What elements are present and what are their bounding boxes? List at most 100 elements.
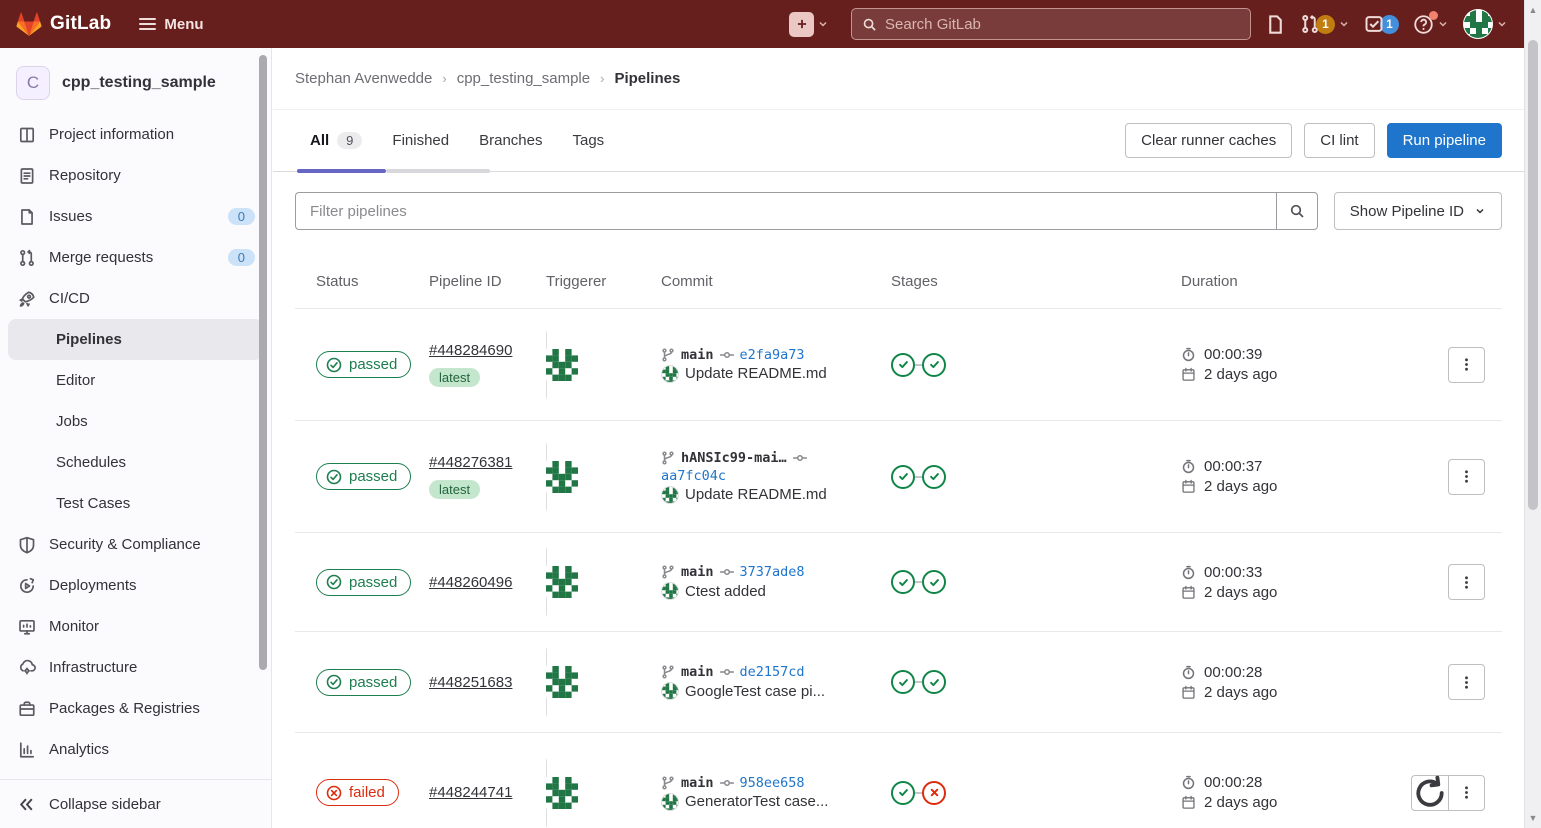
branch-link[interactable]: main [681, 775, 714, 791]
rocket-icon [18, 290, 36, 308]
status-badge[interactable]: failed [316, 779, 399, 806]
calendar-icon [1181, 479, 1196, 494]
pipeline-id-link[interactable]: #448276381 [429, 454, 512, 471]
sidebar-item-monitor[interactable]: Monitor [0, 606, 271, 647]
global-search[interactable] [851, 8, 1251, 40]
stage-passed-icon[interactable] [891, 781, 915, 805]
gitlab-logo[interactable]: GitLab [16, 11, 111, 37]
row-actions-kebab-button[interactable] [1448, 664, 1485, 700]
sidebar-item-repository[interactable]: Repository [0, 155, 271, 196]
sidebar-item-issues[interactable]: Issues0 [0, 196, 271, 237]
status-badge[interactable]: passed [316, 463, 411, 490]
new-menu[interactable] [789, 12, 829, 37]
triggerer-avatar[interactable] [546, 759, 640, 827]
branch-link[interactable]: hANSIc99-mai… [681, 450, 787, 466]
breadcrumb-item[interactable]: Pipelines [614, 70, 680, 87]
collapse-sidebar-label: Collapse sidebar [49, 796, 161, 813]
sidebar-item-ci-cd[interactable]: CI/CD [0, 278, 271, 319]
merge-requests-menu[interactable]: 1 [1300, 14, 1350, 34]
table-header-row: StatusPipeline IDTriggererCommitStagesDu… [295, 254, 1502, 309]
commit-sha-link[interactable]: e2fa9a73 [740, 347, 805, 363]
collapse-sidebar-button[interactable]: Collapse sidebar [0, 779, 271, 828]
branch-link[interactable]: main [681, 664, 714, 680]
commit-message-link[interactable]: Update README.md [685, 365, 827, 382]
page-scrollbar[interactable]: ▲ ▼ [1524, 0, 1541, 828]
stage-passed-icon[interactable] [922, 670, 946, 694]
triggerer-avatar[interactable] [546, 331, 640, 399]
commit-message-link[interactable]: GoogleTest case pi... [685, 683, 825, 700]
branch-link[interactable]: main [681, 347, 714, 363]
show-pipeline-id-label: Show Pipeline ID [1350, 203, 1464, 220]
commit-sha-link[interactable]: 3737ade8 [740, 564, 805, 580]
sidebar-item-analytics[interactable]: Analytics [0, 729, 271, 770]
stage-passed-icon[interactable] [891, 670, 915, 694]
breadcrumb-item[interactable]: Stephan Avenwedde [295, 70, 432, 87]
status-badge[interactable]: passed [316, 669, 411, 696]
row-actions-kebab-button[interactable] [1448, 347, 1485, 383]
page-scrollbar-thumb[interactable] [1528, 40, 1538, 510]
pipeline-id-link[interactable]: #448251683 [429, 674, 512, 691]
user-menu[interactable] [1463, 9, 1508, 39]
tab-branches[interactable]: Branches [464, 110, 557, 171]
sidebar-item-security-compliance[interactable]: Security & Compliance [0, 524, 271, 565]
sidebar-item-packages-registries[interactable]: Packages & Registries [0, 688, 271, 729]
stage-passed-icon[interactable] [891, 570, 915, 594]
sidebar-item-deployments[interactable]: Deployments [0, 565, 271, 606]
filter-search-button[interactable] [1276, 192, 1318, 230]
sidebar-item-label: Packages & Registries [49, 700, 200, 717]
scroll-up-arrow[interactable]: ▲ [1525, 2, 1541, 18]
sidebar-item-label: Pipelines [56, 331, 122, 348]
sidebar-item-schedules[interactable]: Schedules [0, 442, 271, 483]
commit-message-link[interactable]: Update README.md [685, 486, 827, 503]
run-pipeline-button[interactable]: Run pipeline [1387, 123, 1502, 158]
stage-passed-icon[interactable] [922, 353, 946, 377]
sidebar-scrollbar-thumb[interactable] [259, 55, 267, 670]
tab-finished[interactable]: Finished [377, 110, 464, 171]
pipeline-id-link[interactable]: #448244741 [429, 784, 512, 801]
menu-button[interactable]: Menu [139, 15, 203, 33]
commit-sha-link[interactable]: de2157cd [740, 664, 805, 680]
search-input[interactable] [885, 16, 1240, 33]
stage-passed-icon[interactable] [922, 570, 946, 594]
stage-failed-icon[interactable] [922, 781, 946, 805]
sidebar-item-test-cases[interactable]: Test Cases [0, 483, 271, 524]
sidebar-item-editor[interactable]: Editor [0, 360, 271, 401]
tab-tags[interactable]: Tags [557, 110, 619, 171]
help-menu[interactable] [1413, 14, 1449, 35]
commit-sha-link[interactable]: 958ee658 [740, 775, 805, 791]
breadcrumb-item[interactable]: cpp_testing_sample [457, 70, 590, 87]
row-actions-kebab-button[interactable] [1448, 775, 1485, 811]
triggerer-avatar[interactable] [546, 443, 640, 511]
filter-pipelines-input[interactable] [295, 192, 1276, 230]
commit-sha-link[interactable]: aa7fc04c [661, 468, 726, 484]
status-badge[interactable]: passed [316, 569, 411, 596]
sidebar-item-merge-requests[interactable]: Merge requests0 [0, 237, 271, 278]
docs-icon[interactable] [1265, 14, 1286, 35]
scroll-down-arrow[interactable]: ▼ [1525, 810, 1541, 826]
triggerer-avatar[interactable] [546, 548, 640, 616]
sidebar-item-infrastructure[interactable]: Infrastructure [0, 647, 271, 688]
row-actions-kebab-button[interactable] [1448, 564, 1485, 600]
row-actions-kebab-button[interactable] [1448, 459, 1485, 495]
branch-link[interactable]: main [681, 564, 714, 580]
sidebar-item-pipelines[interactable]: Pipelines [8, 319, 263, 360]
show-pipeline-id-dropdown[interactable]: Show Pipeline ID [1334, 192, 1502, 230]
project-header[interactable]: C cpp_testing_sample [0, 56, 271, 114]
stage-passed-icon[interactable] [891, 465, 915, 489]
stage-passed-icon[interactable] [922, 465, 946, 489]
sidebar-item-jobs[interactable]: Jobs [0, 401, 271, 442]
clear-runner-caches-button[interactable]: Clear runner caches [1125, 123, 1292, 158]
retry-pipeline-button[interactable] [1411, 775, 1448, 811]
commit-message-link[interactable]: GeneratorTest case... [685, 793, 828, 810]
pipeline-id-link[interactable]: #448260496 [429, 574, 512, 591]
commit-message-link[interactable]: Ctest added [685, 583, 766, 600]
pipeline-id-link[interactable]: #448284690 [429, 342, 512, 359]
status-badge[interactable]: passed [316, 351, 411, 378]
sidebar-item-project-information[interactable]: Project information [0, 114, 271, 155]
stage-passed-icon[interactable] [891, 353, 915, 377]
ci-lint-button[interactable]: CI lint [1304, 123, 1374, 158]
sidebar-item-label: Jobs [56, 413, 88, 430]
todos-menu[interactable]: 1 [1364, 14, 1399, 34]
triggerer-avatar[interactable] [546, 648, 640, 716]
tab-all[interactable]: All9 [295, 110, 377, 171]
